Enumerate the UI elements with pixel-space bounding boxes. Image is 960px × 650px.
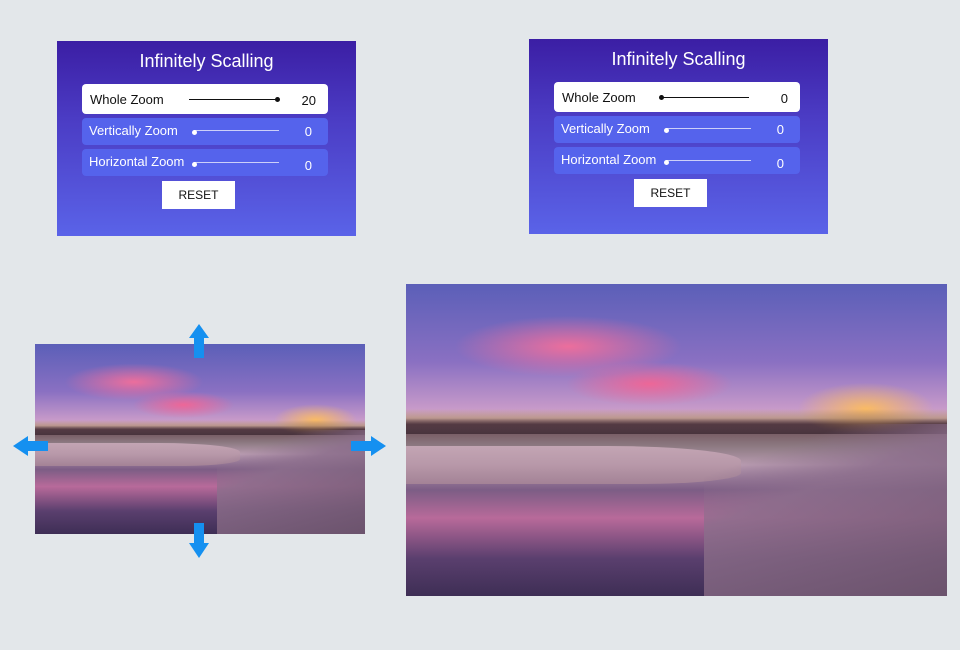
horizontal-zoom-slider[interactable] [194, 162, 279, 163]
arrow-up-icon [189, 324, 209, 360]
whole-zoom-slider-thumb[interactable] [275, 97, 280, 102]
vertical-zoom-slider[interactable] [194, 130, 279, 131]
vertical-zoom-slider-thumb[interactable] [192, 130, 197, 135]
vertical-zoom-slider-thumb[interactable] [664, 128, 669, 133]
reset-button[interactable]: RESET [162, 181, 235, 209]
horizontal-zoom-row: Horizontal Zoom 0 [82, 149, 328, 176]
arrow-right-icon [351, 436, 387, 456]
vertical-zoom-value: 0 [304, 124, 312, 139]
vertical-zoom-label: Vertically Zoom [561, 121, 650, 136]
horizontal-zoom-label: Horizontal Zoom [89, 154, 185, 169]
horizontal-zoom-slider-thumb[interactable] [664, 160, 669, 165]
whole-zoom-slider[interactable] [661, 97, 749, 98]
whole-zoom-label: Whole Zoom [562, 90, 636, 105]
horizontal-zoom-row: Horizontal Zoom 0 [554, 147, 800, 174]
whole-zoom-slider-thumb[interactable] [659, 95, 664, 100]
whole-zoom-label: Whole Zoom [90, 92, 164, 107]
whole-zoom-value: 0 [780, 91, 788, 106]
horizontal-zoom-label: Horizontal Zoom [561, 152, 657, 167]
reeds [703, 424, 947, 596]
vertical-zoom-slider[interactable] [666, 128, 751, 129]
panel-title: Infinitely Scalling [139, 51, 274, 71]
whole-zoom-row: Whole Zoom 20 [82, 84, 328, 114]
arrow-down-icon [189, 523, 209, 559]
vertical-zoom-row: Vertically Zoom 0 [554, 116, 800, 143]
zoom-control-panel-zoomed: Infinitely Scalling Whole Zoom 20 Vertic… [57, 41, 356, 236]
landscape-image-small [35, 344, 365, 534]
whole-zoom-slider[interactable] [189, 99, 277, 100]
arrow-left-icon [13, 436, 49, 456]
vertical-zoom-label: Vertically Zoom [89, 123, 178, 138]
reset-button[interactable]: RESET [634, 179, 707, 207]
horizontal-zoom-slider[interactable] [666, 160, 751, 161]
landscape-image-large [406, 284, 947, 596]
reeds [216, 429, 365, 534]
frosted-bank [35, 442, 240, 466]
panel-title: Infinitely Scalling [611, 49, 746, 69]
vertical-zoom-row: Vertically Zoom 0 [82, 118, 328, 145]
whole-zoom-row: Whole Zoom 0 [554, 82, 800, 112]
whole-zoom-value: 20 [301, 93, 316, 108]
zoom-control-panel-default: Infinitely Scalling Whole Zoom 0 Vertica… [529, 39, 828, 234]
horizontal-zoom-slider-thumb[interactable] [192, 162, 197, 167]
horizontal-zoom-value: 0 [776, 156, 784, 171]
vertical-zoom-value: 0 [776, 122, 784, 137]
frosted-bank [406, 446, 742, 484]
horizontal-zoom-value: 0 [304, 158, 312, 173]
